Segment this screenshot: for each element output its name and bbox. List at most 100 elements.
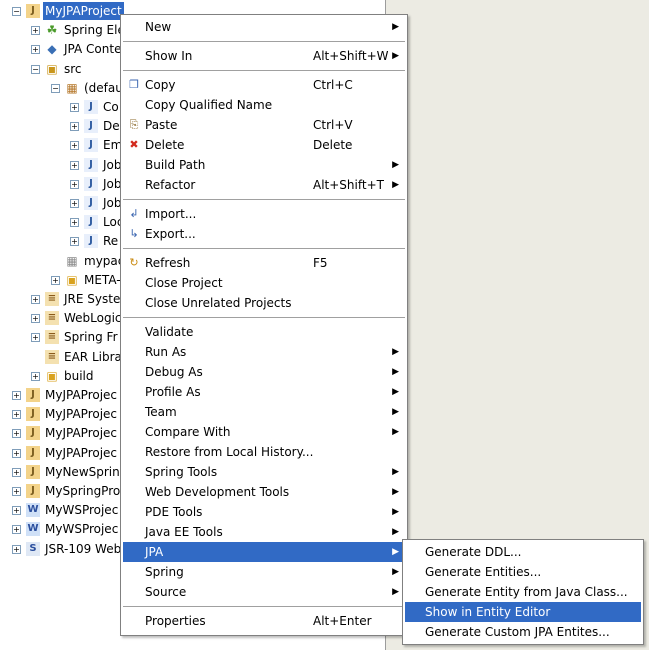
- expand-toggle[interactable]: +: [31, 371, 40, 381]
- submenu-item-show-in-entity-editor[interactable]: Show in Entity Editor: [405, 602, 641, 622]
- expand-toggle[interactable]: +: [12, 410, 21, 420]
- menu-item-label: Debug As: [145, 365, 203, 379]
- import-icon: ↲: [129, 207, 139, 220]
- menu-item-shortcut: Ctrl+V: [313, 118, 353, 132]
- expand-toggle[interactable]: +: [12, 487, 21, 496]
- menu-item-close-project[interactable]: Close Project: [123, 273, 405, 293]
- menu-item-team[interactable]: Team ▶: [123, 402, 405, 422]
- expand-toggle[interactable]: +: [12, 391, 21, 400]
- java-project-icon: J: [26, 464, 40, 479]
- expand-toggle[interactable]: +: [12, 506, 21, 516]
- submenu-item-generate-ddl[interactable]: Generate DDL...: [405, 542, 641, 562]
- tree-item-label: De: [103, 119, 120, 134]
- tree-item-label: Job: [103, 176, 122, 191]
- menu-item-label: Paste: [145, 118, 178, 132]
- expand-toggle[interactable]: +: [70, 218, 79, 228]
- java-file-icon: J: [84, 176, 98, 191]
- expand-toggle[interactable]: +: [12, 429, 21, 439]
- menu-item-label: Compare With: [145, 425, 231, 439]
- expand-toggle[interactable]: +: [12, 448, 21, 458]
- submenu-arrow-icon: ▶: [392, 467, 399, 477]
- expand-toggle[interactable]: +: [70, 160, 79, 170]
- java-file-icon: J: [84, 196, 98, 210]
- submenu-arrow-icon: ▶: [392, 587, 399, 597]
- submenu-item-generate-entities[interactable]: Generate Entities...: [405, 562, 641, 582]
- menu-item-spring-tools[interactable]: Spring Tools ▶: [123, 462, 405, 482]
- menu-item-web-development-tools[interactable]: Web Development Tools ▶: [123, 482, 405, 502]
- menu-item-label: Restore from Local History...: [145, 445, 314, 459]
- menu-item-label: Generate Custom JPA Entites...: [425, 625, 610, 639]
- menu-item-close-unrelated-projects[interactable]: Close Unrelated Projects: [123, 293, 405, 313]
- menu-item-build-path[interactable]: Build Path ▶: [123, 155, 405, 175]
- export-icon: ↳: [129, 227, 139, 240]
- expand-toggle[interactable]: +: [12, 525, 21, 535]
- submenu-arrow-icon: ▶: [392, 507, 399, 517]
- menu-item-properties[interactable]: Properties Alt+Enter: [123, 611, 405, 631]
- menu-item-shortcut: Ctrl+C: [313, 78, 353, 92]
- submenu-item-generate-custom-jpa-entites[interactable]: Generate Custom JPA Entites...: [405, 622, 641, 642]
- expand-toggle[interactable]: +: [51, 275, 60, 285]
- menu-item-label: Validate: [145, 325, 194, 339]
- tree-item-label: mypac: [84, 253, 125, 268]
- collapse-toggle[interactable]: −: [12, 7, 21, 16]
- menu-item-refactor[interactable]: Refactor Alt+Shift+T ▶: [123, 175, 405, 195]
- menu-item-run-as[interactable]: Run As ▶: [123, 342, 405, 362]
- menu-item-show-in[interactable]: Show In Alt+Shift+W ▶: [123, 46, 405, 66]
- expand-toggle[interactable]: +: [70, 237, 79, 247]
- library-icon: ≡: [45, 330, 59, 345]
- menu-item-paste[interactable]: ⎘ Paste Ctrl+V: [123, 115, 405, 135]
- menu-item-spring[interactable]: Spring ▶: [123, 562, 405, 582]
- menu-item-copy[interactable]: ❐ Copy Ctrl+C: [123, 75, 405, 95]
- tree-item-label: MyJPAProject: [43, 2, 124, 20]
- menu-item-import[interactable]: ↲ Import...: [123, 204, 405, 224]
- menu-item-profile-as[interactable]: Profile As ▶: [123, 382, 405, 402]
- menu-item-pde-tools[interactable]: PDE Tools ▶: [123, 502, 405, 522]
- menu-item-label: Properties: [145, 614, 206, 628]
- submenu-arrow-icon: ▶: [392, 547, 399, 557]
- expand-toggle[interactable]: +: [12, 467, 21, 477]
- expand-toggle[interactable]: +: [31, 26, 40, 36]
- submenu-arrow-icon: ▶: [392, 51, 399, 61]
- menu-item-new[interactable]: New ▶: [123, 17, 405, 37]
- expand-toggle[interactable]: +: [31, 295, 40, 304]
- submenu-arrow-icon: ▶: [392, 487, 399, 497]
- menu-item-jpa[interactable]: JPA ▶: [123, 542, 405, 562]
- menu-item-delete[interactable]: ✖ Delete Delete: [123, 135, 405, 155]
- menu-item-label: Spring: [145, 565, 184, 579]
- expand-toggle[interactable]: +: [12, 544, 21, 554]
- web-project-icon: W: [26, 522, 40, 537]
- menu-item-compare-with[interactable]: Compare With ▶: [123, 422, 405, 442]
- tree-item-label: Spring Fr: [64, 330, 118, 345]
- menu-item-validate[interactable]: Validate: [123, 322, 405, 342]
- library-icon: ≡: [45, 349, 59, 364]
- menu-item-label: Web Development Tools: [145, 485, 290, 499]
- expand-toggle[interactable]: +: [31, 314, 40, 324]
- submenu-item-generate-entity-from-java-class[interactable]: Generate Entity from Java Class...: [405, 582, 641, 602]
- menu-item-label: Refactor: [145, 178, 196, 192]
- menu-item-copy-qualified-name[interactable]: Copy Qualified Name: [123, 95, 405, 115]
- menu-item-java-ee-tools[interactable]: Java EE Tools ▶: [123, 522, 405, 542]
- expand-toggle[interactable]: +: [70, 141, 79, 151]
- menu-separator: [123, 41, 405, 42]
- menu-item-label: Spring Tools: [145, 465, 218, 479]
- expand-toggle[interactable]: +: [31, 45, 40, 55]
- menu-item-shortcut: F5: [313, 256, 328, 270]
- menu-item-source[interactable]: Source ▶: [123, 582, 405, 602]
- expand-toggle[interactable]: +: [31, 333, 40, 343]
- menu-item-refresh[interactable]: ↻ Refresh F5: [123, 253, 405, 273]
- submenu-arrow-icon: ▶: [392, 527, 399, 537]
- java-file-icon: J: [84, 138, 98, 153]
- menu-item-export[interactable]: ↳ Export...: [123, 224, 405, 244]
- menu-item-debug-as[interactable]: Debug As ▶: [123, 362, 405, 382]
- expand-toggle[interactable]: +: [70, 179, 79, 189]
- menu-item-label: Copy Qualified Name: [145, 98, 273, 112]
- collapse-toggle[interactable]: −: [31, 64, 40, 74]
- empty-package-icon: ▦: [66, 253, 78, 268]
- menu-separator: [123, 606, 405, 607]
- expand-toggle[interactable]: +: [70, 199, 79, 208]
- expand-toggle[interactable]: +: [70, 122, 79, 132]
- menu-item-restore-from-local-history[interactable]: Restore from Local History...: [123, 442, 405, 462]
- tree-item-label: Job: [103, 157, 122, 172]
- collapse-toggle[interactable]: −: [51, 83, 60, 93]
- expand-toggle[interactable]: +: [70, 103, 79, 112]
